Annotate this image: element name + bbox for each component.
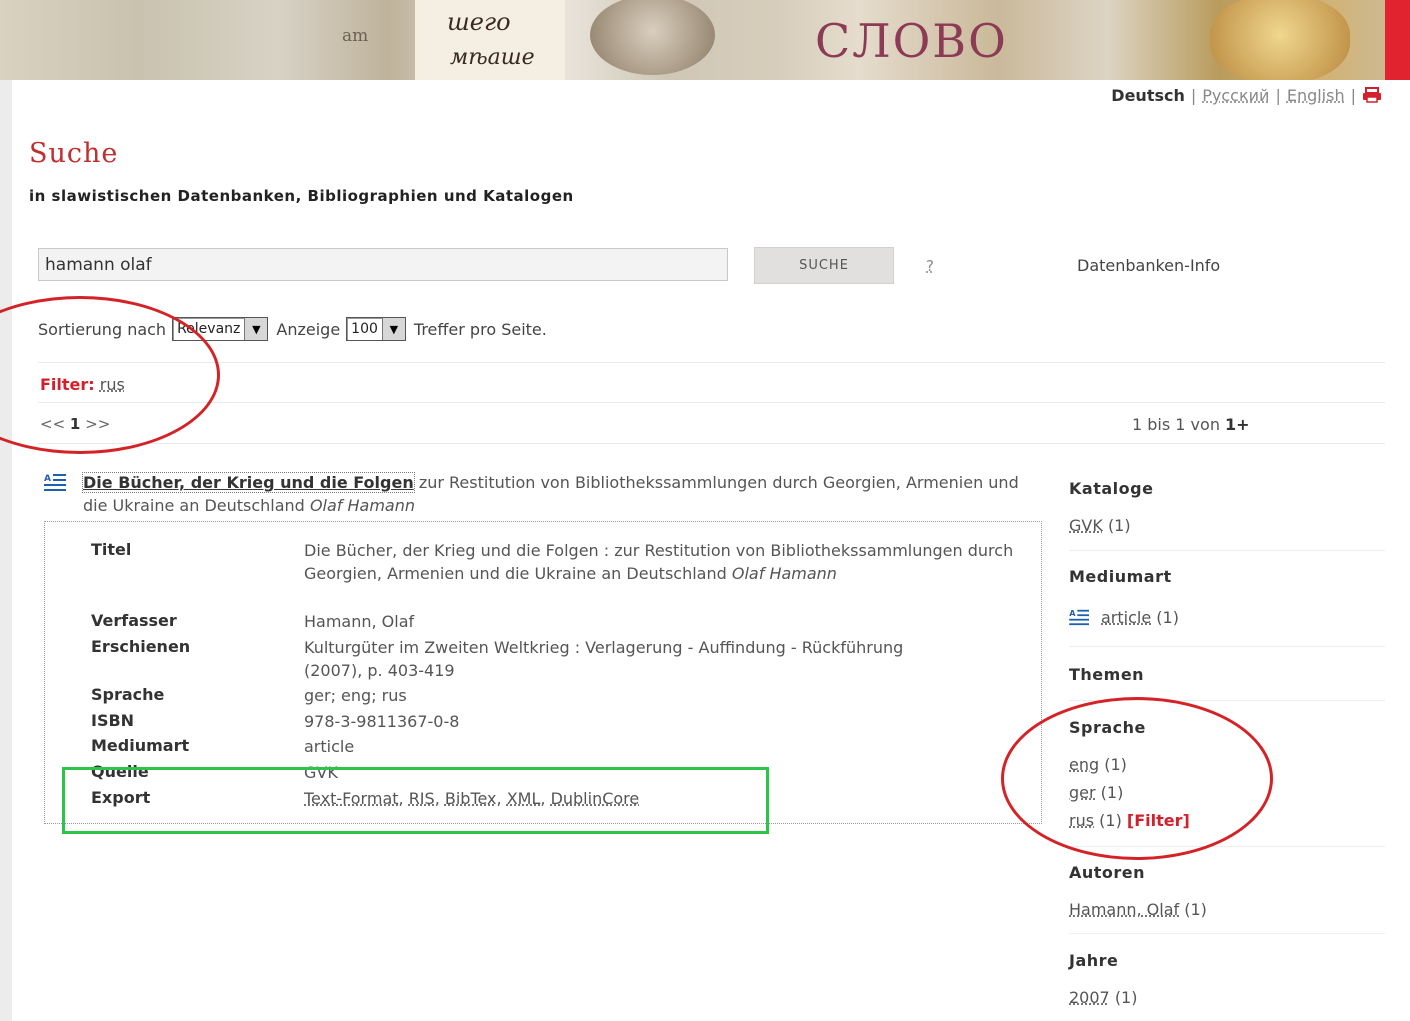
help-link[interactable]: ? xyxy=(926,257,934,275)
page-subtitle: in slawistischen Datenbanken, Bibliograp… xyxy=(29,187,574,205)
divider xyxy=(38,443,1385,444)
detail-value-mediumart: article xyxy=(304,737,355,756)
facet-item: Hamann, Olaf (1) xyxy=(1069,900,1207,919)
detail-label-mediumart: Mediumart xyxy=(91,736,190,755)
facet-item: A article (1) xyxy=(1069,608,1179,630)
facet-count: (1) xyxy=(1107,516,1131,535)
banner-slovo-text: СЛОВО xyxy=(815,14,1008,68)
detail-label-erschienen: Erschienen xyxy=(91,637,191,656)
detail-titel-text: Die Bücher, der Krieg und die Folgen : z… xyxy=(304,541,1014,583)
facet-heading-kataloge: Kataloge xyxy=(1069,479,1154,498)
lang-russian[interactable]: Русский xyxy=(1202,86,1269,105)
banner-text-1: am xyxy=(342,26,369,46)
page-title: Suche xyxy=(29,138,119,169)
detail-value-erschienen: Kulturgüter im Zweiten Weltkrieg : Verla… xyxy=(304,638,904,680)
lang-separator: | xyxy=(1275,86,1281,105)
banner-text-2: шего xyxy=(447,8,511,36)
detail-value-titel: Die Bücher, der Krieg und die Folgen : z… xyxy=(304,539,1024,585)
lang-deutsch[interactable]: Deutsch xyxy=(1111,86,1185,105)
facet-heading-jahre: Jahre xyxy=(1069,951,1119,970)
detail-value-isbn: 978-3-9811367-0-8 xyxy=(304,712,460,731)
banner-accent-bar xyxy=(1385,0,1410,80)
per-page-select[interactable]: 100 ▼ xyxy=(346,317,406,341)
display-label: Anzeige xyxy=(276,319,341,339)
search-button[interactable]: SUCHE xyxy=(754,247,894,284)
facet-count: (1) xyxy=(1156,608,1179,627)
detail-value-sprache: ger; eng; rus xyxy=(304,686,407,705)
left-gutter xyxy=(0,80,12,1021)
result-author: Olaf Hamann xyxy=(309,496,416,515)
facet-heading-mediumart: Mediumart xyxy=(1069,567,1172,586)
chevron-down-icon: ▼ xyxy=(381,318,405,340)
banner-icon-face xyxy=(1210,0,1350,80)
header-banner: am шего мѣаше СЛОВО xyxy=(0,0,1385,80)
facet-count: (1) xyxy=(1184,900,1207,919)
svg-text:A: A xyxy=(1069,608,1076,618)
facet-count: (1) xyxy=(1114,988,1138,1007)
divider xyxy=(1069,933,1385,934)
facet-heading-themen[interactable]: Themen xyxy=(1069,665,1144,684)
facet-item: GVK (1) xyxy=(1069,516,1131,535)
result-title-link[interactable]: Die Bücher, der Krieg und die Folgen xyxy=(82,472,415,493)
results-count-total: 1+ xyxy=(1225,415,1250,434)
divider xyxy=(1069,646,1385,647)
banner-face-medallion xyxy=(590,0,715,75)
per-page-suffix: Treffer pro Seite. xyxy=(413,319,547,339)
annotation-box-export xyxy=(62,767,769,834)
language-bar: Deutsch | Русский | English | xyxy=(1111,86,1382,107)
article-icon: A xyxy=(44,472,68,492)
search-input[interactable] xyxy=(38,248,728,281)
result-title: Die Bücher, der Krieg und die Folgen zur… xyxy=(82,471,1023,517)
results-count-text: 1 bis 1 von xyxy=(1132,415,1220,434)
detail-titel-author: Olaf Hamann xyxy=(731,564,837,583)
facet-link-article[interactable]: article xyxy=(1101,608,1151,627)
detail-label-isbn: ISBN xyxy=(91,711,135,730)
svg-text:A: A xyxy=(44,474,51,484)
article-icon: A xyxy=(1069,608,1091,630)
divider xyxy=(38,402,1385,403)
facet-link-gvk[interactable]: GVK xyxy=(1069,516,1103,535)
banner-text-3: мѣаше xyxy=(450,45,535,70)
chevron-down-icon: ▼ xyxy=(244,318,268,340)
database-info-link[interactable]: Datenbanken-Info xyxy=(1077,256,1220,275)
detail-label-titel: Titel xyxy=(91,540,132,559)
detail-value-verfasser: Hamann, Olaf xyxy=(304,612,415,631)
divider xyxy=(38,362,1385,363)
facet-link-2007[interactable]: 2007 xyxy=(1069,988,1110,1007)
lang-separator: | xyxy=(1190,86,1197,105)
lang-separator: | xyxy=(1350,86,1356,105)
facet-link-hamann[interactable]: Hamann, Olaf xyxy=(1069,900,1179,919)
per-page-value: 100 xyxy=(351,321,378,337)
annotation-ellipse-sprache xyxy=(1001,697,1273,860)
divider xyxy=(1069,550,1385,551)
detail-label-verfasser: Verfasser xyxy=(91,611,177,630)
results-count: 1 bis 1 von 1+ xyxy=(1132,415,1250,434)
detail-label-sprache: Sprache xyxy=(91,685,165,704)
lang-english[interactable]: English xyxy=(1287,86,1345,105)
facet-item: 2007 (1) xyxy=(1069,988,1137,1007)
facet-heading-autoren: Autoren xyxy=(1069,863,1146,882)
printer-icon[interactable] xyxy=(1362,87,1382,107)
